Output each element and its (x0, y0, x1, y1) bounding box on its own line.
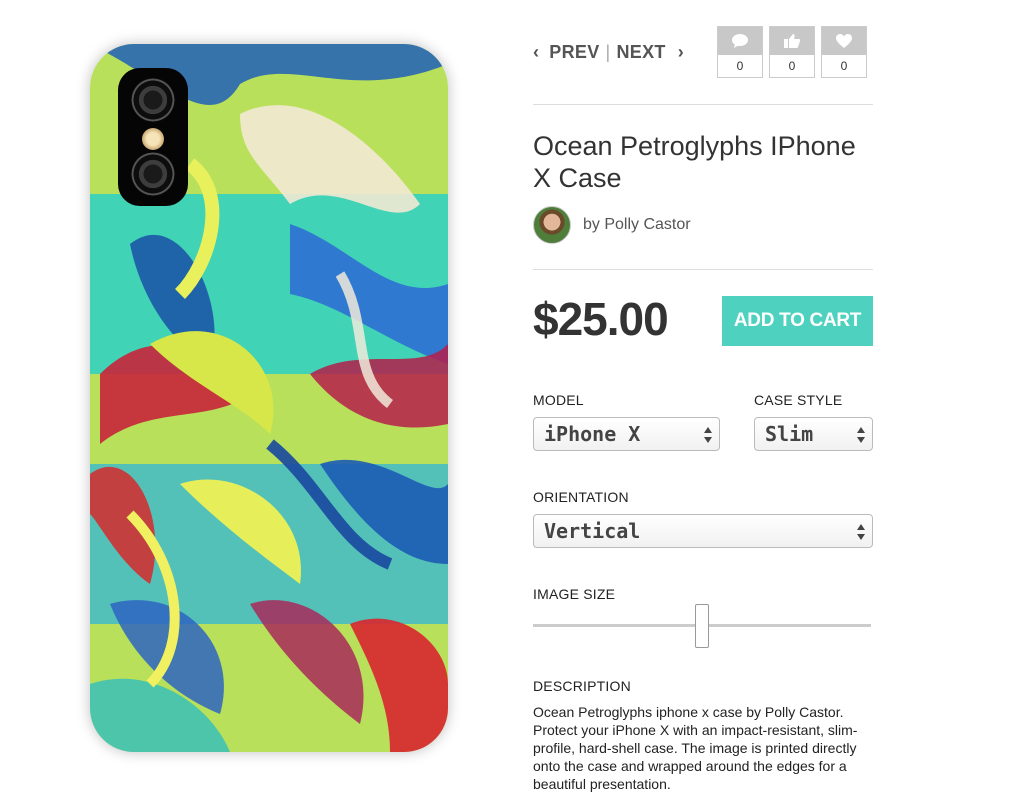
divider (533, 269, 873, 270)
select-arrows-icon (704, 427, 712, 443)
nav-separator: | (605, 41, 611, 62)
like-count: 0 (788, 59, 796, 73)
product-image[interactable] (90, 44, 448, 752)
divider (533, 104, 873, 105)
chevron-right-icon[interactable]: › (666, 42, 684, 63)
case-style-select-value: Slim (765, 422, 814, 446)
next-link[interactable]: NEXT (617, 42, 666, 63)
model-select[interactable]: iPhone X (533, 417, 720, 451)
artist-avatar[interactable] (533, 206, 571, 244)
orientation-select-value: Vertical (544, 519, 641, 543)
camera-lens-icon (131, 78, 175, 122)
add-to-cart-button[interactable]: ADD TO CART (722, 296, 873, 346)
comment-count: 0 (736, 59, 744, 73)
orientation-select[interactable]: Vertical (533, 514, 873, 548)
favorite-count: 0 (840, 59, 848, 73)
description-text: Ocean Petroglyphs iphone x case by Polly… (533, 704, 858, 792)
description-label: DESCRIPTION (533, 678, 631, 694)
image-size-label: IMAGE SIZE (533, 586, 616, 602)
thumbs-up-icon (784, 34, 801, 48)
model-select-value: iPhone X (544, 422, 641, 446)
model-label: MODEL (533, 392, 584, 408)
chevron-left-icon[interactable]: ‹ (533, 42, 549, 63)
camera-lens-icon (131, 152, 175, 196)
case-style-select[interactable]: Slim (754, 417, 873, 451)
image-size-slider-handle[interactable] (695, 604, 709, 648)
social-actions: 0 0 0 (717, 26, 867, 78)
select-arrows-icon (857, 524, 865, 540)
orientation-label: ORIENTATION (533, 489, 629, 505)
product-nav: ‹ PREV | NEXT › (533, 38, 684, 66)
comment-icon (732, 34, 748, 48)
comment-button[interactable]: 0 (717, 26, 763, 78)
flash-icon (142, 128, 164, 150)
case-style-label: CASE STYLE (754, 392, 843, 408)
heart-icon (836, 34, 852, 48)
like-button[interactable]: 0 (769, 26, 815, 78)
artist-link[interactable]: by Polly Castor (583, 216, 691, 234)
select-arrows-icon (857, 427, 865, 443)
camera-module (118, 68, 188, 206)
product-title: Ocean Petroglyphs IPhone X Case (533, 131, 856, 193)
prev-link[interactable]: PREV (549, 42, 599, 63)
favorite-button[interactable]: 0 (821, 26, 867, 78)
product-price: $25.00 (533, 293, 669, 345)
